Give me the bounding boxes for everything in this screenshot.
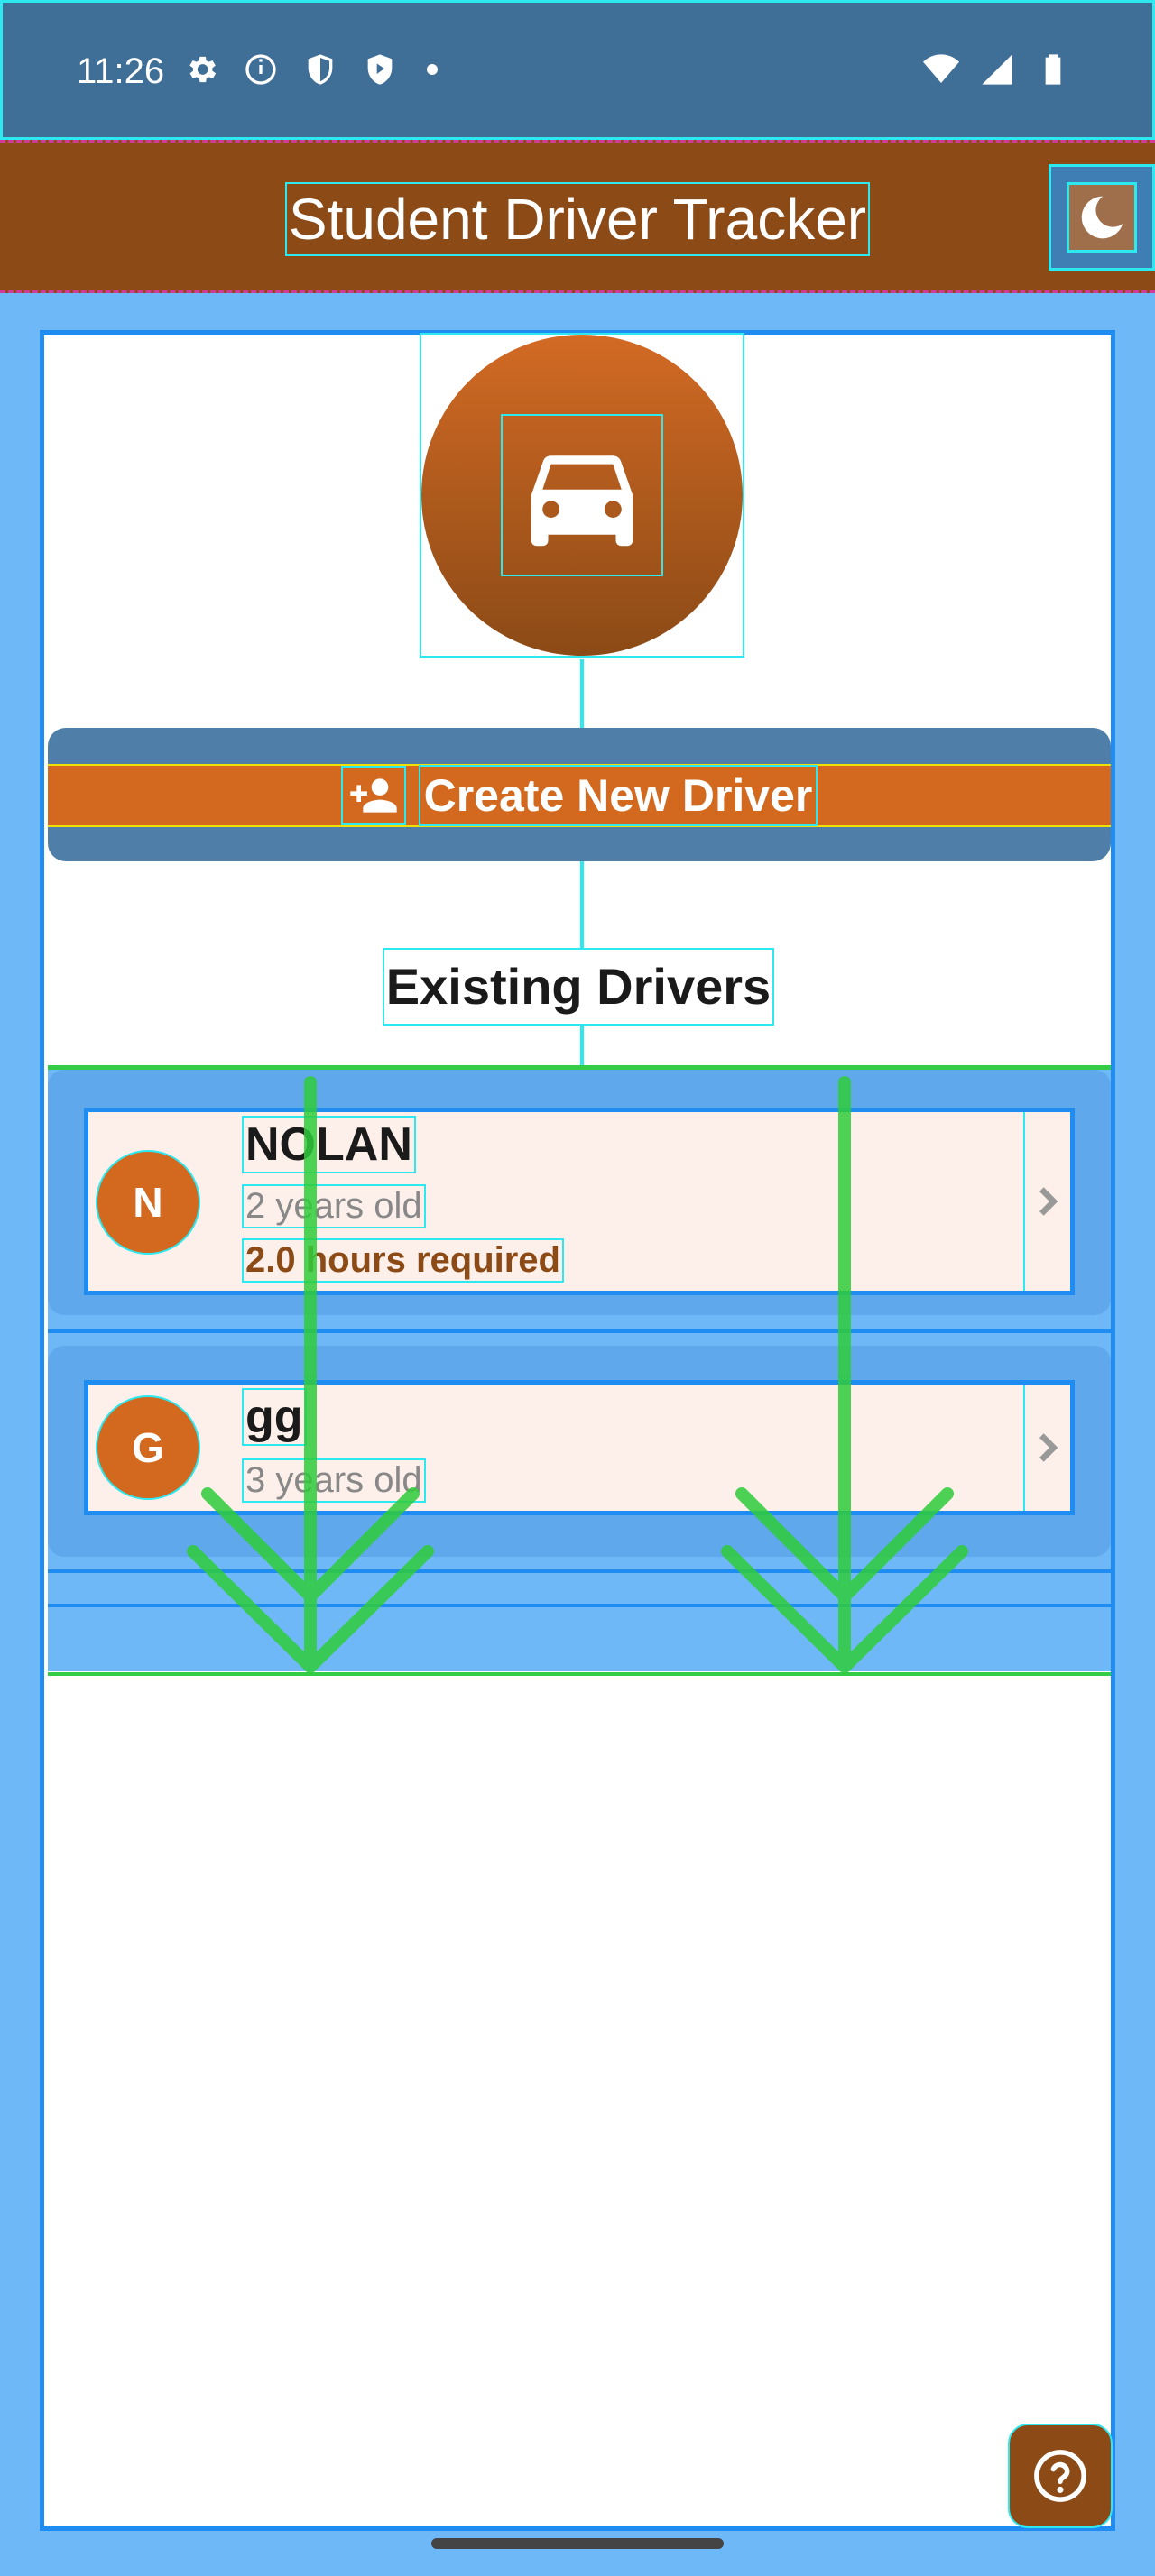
navigation-gesture-bar[interactable] — [431, 2538, 724, 2549]
avatar-initial: G — [132, 1424, 164, 1471]
theme-toggle-inner — [1067, 182, 1137, 253]
logo — [420, 333, 744, 658]
info-icon — [241, 50, 281, 89]
person-add-icon — [340, 766, 406, 825]
driver-hours-required: 2.0 hours required — [242, 1238, 564, 1283]
connector-line — [580, 1026, 584, 1065]
dot-icon — [427, 64, 438, 75]
shield-icon — [300, 50, 340, 89]
driver-age: 3 years old — [242, 1458, 426, 1503]
status-time: 11:26 — [77, 51, 165, 91]
app-screen: 11:26 Student Driver Tracker Create New … — [0, 0, 1155, 2576]
moon-icon — [1081, 196, 1123, 239]
help-button[interactable] — [1008, 2424, 1113, 2528]
battery-icon — [1033, 50, 1073, 89]
driver-card: G gg 3 years old — [48, 1346, 1111, 1557]
app-title: Student Driver Tracker — [285, 182, 870, 256]
avatar-initial: N — [133, 1179, 163, 1226]
create-driver-container: Create New Driver — [48, 728, 1111, 861]
list-bottom-edge — [48, 1672, 1111, 1676]
driver-tile-nolan[interactable]: N NOLAN 2 years old 2.0 hours required — [84, 1108, 1075, 1295]
driver-name: NOLAN — [242, 1116, 416, 1173]
divider — [48, 1329, 1111, 1333]
status-icons-right — [921, 50, 1073, 89]
avatar: G — [96, 1395, 200, 1500]
divider — [48, 1569, 1111, 1573]
create-driver-button[interactable]: Create New Driver — [48, 764, 1111, 827]
signal-icon — [977, 50, 1017, 89]
connector-line — [580, 659, 584, 728]
car-icon — [501, 414, 663, 576]
chevron-right-icon — [1023, 1385, 1070, 1511]
status-bar: 11:26 — [0, 0, 1155, 140]
connector-line — [580, 861, 584, 948]
create-driver-content: Create New Driver — [340, 765, 818, 826]
driver-card: N NOLAN 2 years old 2.0 hours required — [48, 1070, 1111, 1315]
chevron-right-icon — [1023, 1112, 1070, 1291]
play-shield-icon — [360, 50, 400, 89]
logo-circle — [421, 335, 743, 656]
driver-tile-gg[interactable]: G gg 3 years old — [84, 1380, 1075, 1515]
divider — [48, 1604, 1111, 1607]
create-driver-label: Create New Driver — [418, 765, 818, 826]
main-panel: Create New Driver Existing Drivers N NOL… — [40, 330, 1115, 2531]
section-title: Existing Drivers — [383, 948, 774, 1026]
wifi-icon — [921, 50, 961, 89]
driver-name: gg — [242, 1388, 307, 1446]
help-icon — [1034, 2450, 1086, 2502]
theme-toggle-button[interactable] — [1049, 164, 1155, 271]
app-bar: Student Driver Tracker — [0, 140, 1155, 293]
driver-list[interactable]: N NOLAN 2 years old 2.0 hours required G — [48, 1065, 1111, 1676]
driver-age: 2 years old — [242, 1184, 426, 1228]
settings-icon — [181, 50, 221, 89]
status-icons-left — [181, 50, 438, 89]
avatar: N — [96, 1150, 200, 1255]
